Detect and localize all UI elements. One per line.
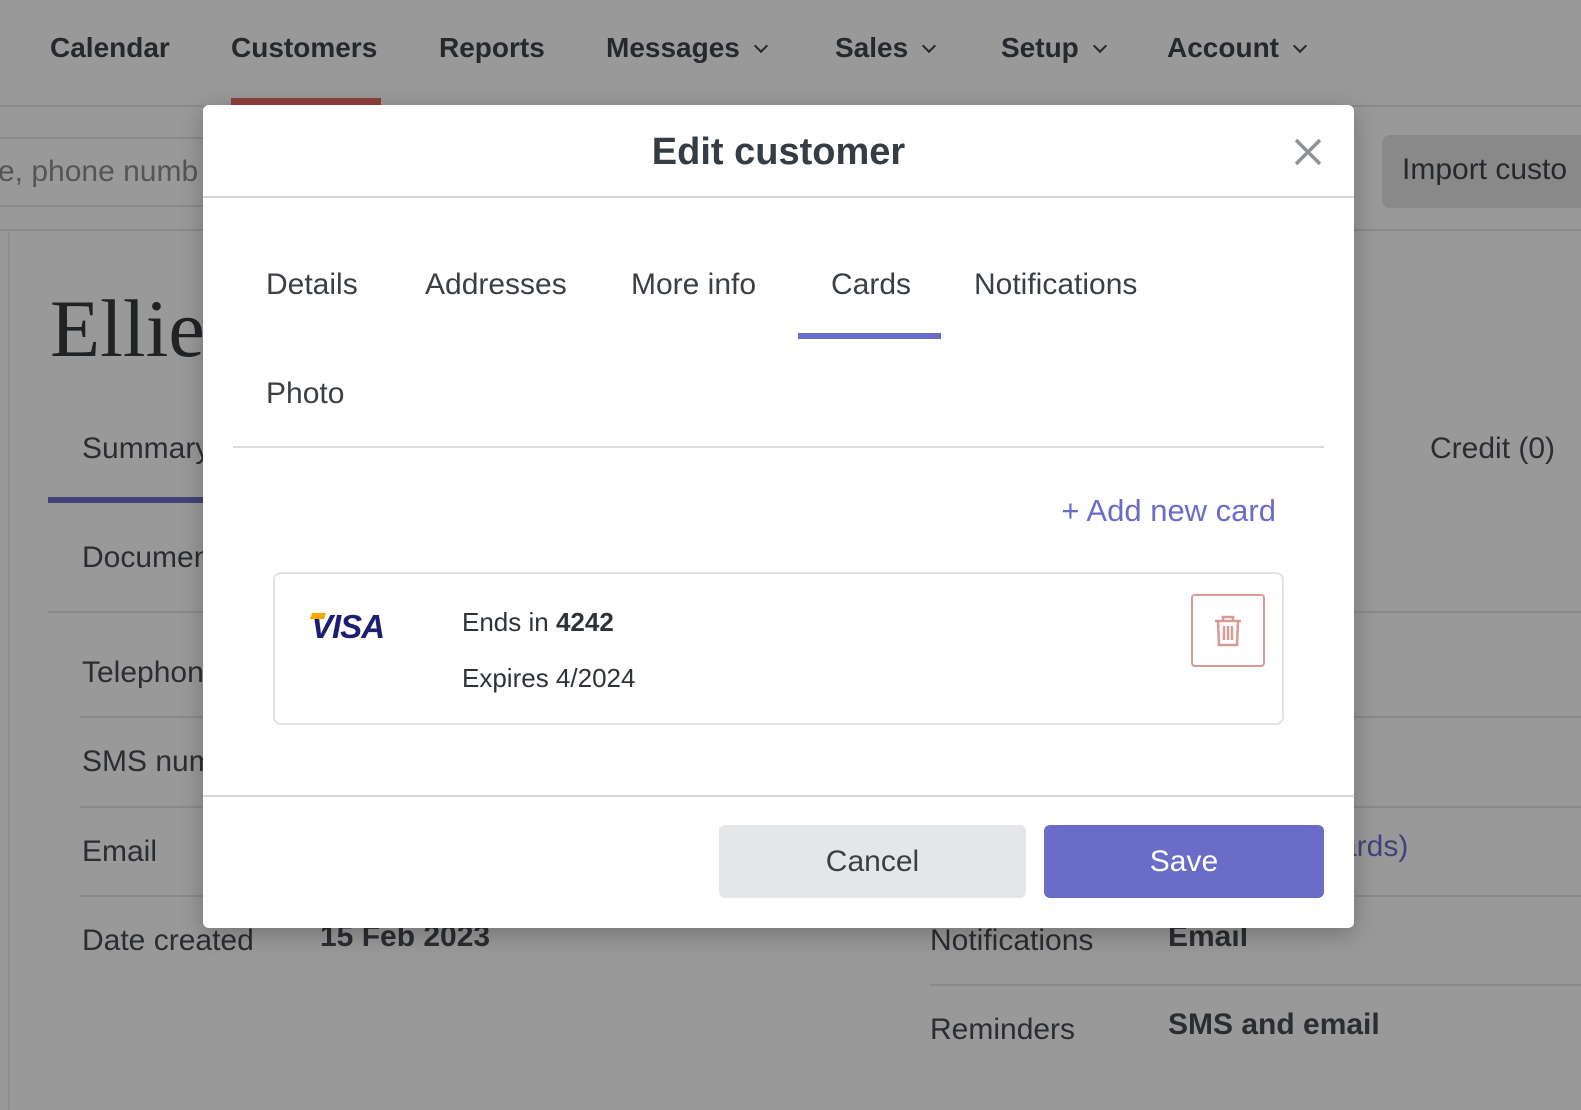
cancel-button[interactable]: Cancel [719,825,1026,898]
tab-cards[interactable]: Cards [831,268,911,302]
tab-summary[interactable]: Summary [82,432,210,466]
nav-setup[interactable]: Setup [1001,32,1107,64]
chevron-down-icon [1092,38,1107,54]
reminders-value: SMS and email [1168,1008,1380,1041]
nav-label: Sales [835,32,909,63]
card-ends-in: Ends in 4242 [462,607,614,638]
import-customers-button[interactable]: Import custo [1382,135,1581,208]
footer-divider [203,795,1354,797]
close-icon[interactable] [1293,137,1323,167]
nav-label: Setup [1001,32,1079,63]
nav-messages[interactable]: Messages [606,32,768,64]
card-item: VISA Ends in 4242 Expires 4/2024 [273,572,1284,725]
visa-logo-accent [309,613,327,619]
card-last4: 4242 [555,607,614,637]
tabs-divider [233,446,1324,448]
tab-documents[interactable]: Documen [82,541,210,575]
tab-active-indicator [48,497,208,503]
modal-title: Edit customer [651,131,906,173]
header-divider [203,196,1354,198]
card-expiry: Expires 4/2024 [462,663,636,693]
telephone-label: Telephon [82,656,204,689]
tab-credit[interactable]: Credit (0) [1430,432,1555,466]
tab-active-indicator [798,333,941,339]
search-input[interactable]: e, phone numb [0,137,218,207]
nav-sales[interactable]: Sales [835,32,937,64]
nav-account[interactable]: Account [1167,32,1308,64]
nav-customers[interactable]: Customers [231,32,377,64]
reminders-label: Reminders [930,1013,1076,1046]
date-created-label: Date created [82,924,254,957]
tab-details[interactable]: Details [266,268,358,302]
email-label: Email [82,835,158,868]
nav-label: Account [1167,32,1279,63]
chevron-down-icon [1292,38,1308,54]
ends-prefix: Ends in [462,607,556,637]
tab-notifications[interactable]: Notifications [974,268,1137,302]
divider [930,984,1581,986]
chevron-down-icon [922,38,937,54]
tab-more-info[interactable]: More info [631,268,756,302]
add-new-card-link[interactable]: + Add new card [1061,493,1276,529]
nav-reports[interactable]: Reports [439,32,545,64]
nav-active-indicator [231,98,381,105]
sms-label: SMS num [82,745,214,778]
trash-icon [1215,615,1241,646]
chevron-down-icon [753,38,768,54]
nav-calendar[interactable]: Calendar [50,32,170,64]
notifications-label: Notifications [930,924,1094,957]
save-button[interactable]: Save [1044,825,1324,898]
tab-photo[interactable]: Photo [266,377,344,411]
nav-label: Messages [606,32,740,63]
tab-addresses[interactable]: Addresses [425,268,567,302]
customer-name: Ellie [50,283,205,374]
divider [8,230,10,1110]
delete-card-button[interactable] [1191,594,1265,667]
edit-customer-modal: Edit customer Details Addresses More inf… [203,105,1354,928]
